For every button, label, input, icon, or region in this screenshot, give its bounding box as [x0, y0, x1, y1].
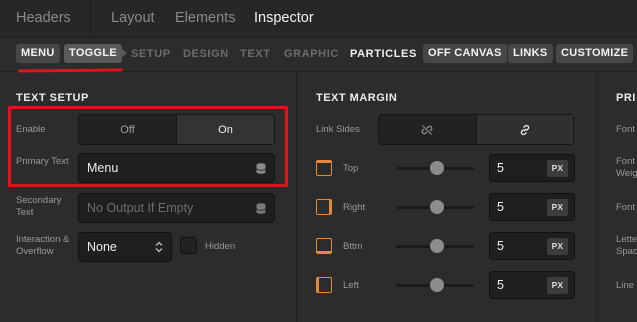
nav-toggle[interactable]: TOGGLE — [64, 44, 128, 63]
third-col-label: Line — [616, 280, 634, 291]
tab-divider — [90, 0, 91, 38]
nav-design[interactable]: DESIGN — [183, 48, 229, 60]
margin-top-icon — [316, 160, 332, 176]
link-sides-toggle — [378, 114, 574, 145]
margin-right-slider-thumb[interactable] — [430, 200, 444, 214]
interaction-select[interactable]: None — [78, 232, 172, 262]
interaction-label: Interaction & Overflow — [16, 234, 70, 257]
column-divider — [596, 72, 597, 322]
margin-top-value: 5 — [497, 161, 504, 175]
secondary-text-label: Secondary Text — [16, 195, 62, 218]
margin-top-slider-thumb[interactable] — [430, 161, 444, 175]
margin-bottom-icon — [316, 238, 332, 254]
secondary-text-input[interactable]: No Output If Empty — [78, 193, 275, 223]
margin-left-value: 5 — [497, 278, 504, 292]
text-margin-title: TEXT MARGIN — [316, 92, 398, 104]
third-col-label: Font — [616, 124, 636, 135]
select-arrows-icon — [155, 241, 163, 253]
link-sides-label: Link Sides — [316, 124, 360, 135]
annotation-highlight-box — [8, 106, 288, 187]
margin-bottom-input[interactable]: 5 PX — [489, 232, 575, 260]
margin-left-unit[interactable]: PX — [546, 277, 568, 294]
hidden-label: Hidden — [205, 241, 236, 252]
nav-menu[interactable]: MENU — [16, 44, 60, 63]
dynamic-content-icon[interactable] — [256, 203, 266, 214]
margin-right-icon — [316, 199, 332, 215]
tab-elements[interactable]: Elements — [175, 10, 235, 26]
margin-top-unit[interactable]: PX — [546, 160, 568, 177]
third-col-label: Font Weig — [616, 156, 637, 179]
margin-right-value: 5 — [497, 200, 504, 214]
third-col-label: Font — [616, 202, 636, 213]
margin-bottom-value: 5 — [497, 239, 504, 253]
margin-right-label: Right — [343, 202, 366, 213]
margin-bottom-slider-thumb[interactable] — [430, 239, 444, 253]
nav-text[interactable]: TEXT — [240, 48, 271, 60]
text-setup-title: TEXT SETUP — [16, 92, 89, 104]
top-tab-bar: Headers Layout Elements Inspector — [0, 0, 637, 38]
column-divider — [296, 72, 297, 322]
margin-bottom-unit[interactable]: PX — [546, 238, 568, 255]
nav-particles[interactable]: PARTICLES — [350, 48, 417, 60]
link-option[interactable] — [475, 115, 573, 144]
interaction-value: None — [87, 240, 117, 254]
third-col-label: Lette Spac — [616, 234, 637, 257]
margin-bottom-label: Bttm — [343, 241, 363, 252]
margin-right-unit[interactable]: PX — [546, 199, 568, 216]
link-icon — [520, 124, 529, 135]
tab-headers[interactable]: Headers — [16, 10, 71, 26]
unlink-icon — [421, 124, 433, 135]
third-column-title: PRI — [616, 92, 636, 104]
sub-nav: MENU TOGGLE SETUP DESIGN TEXT GRAPHIC PA… — [0, 38, 637, 72]
margin-right-input[interactable]: 5 PX — [489, 193, 575, 221]
secondary-text-placeholder: No Output If Empty — [87, 201, 194, 215]
nav-links[interactable]: LINKS — [508, 44, 553, 63]
nav-off-canvas[interactable]: OFF CANVAS — [423, 44, 507, 63]
unlink-option[interactable] — [379, 115, 476, 144]
nav-setup[interactable]: SETUP — [131, 48, 171, 60]
hidden-checkbox[interactable] — [180, 237, 197, 254]
margin-left-icon — [316, 277, 332, 293]
tab-layout[interactable]: Layout — [111, 10, 155, 26]
margin-left-input[interactable]: 5 PX — [489, 271, 575, 299]
tab-inspector[interactable]: Inspector — [254, 10, 314, 26]
margin-top-input[interactable]: 5 PX — [489, 154, 575, 182]
margin-top-label: Top — [343, 163, 359, 174]
nav-customize[interactable]: CUSTOMIZE — [556, 44, 634, 63]
margin-left-label: Left — [343, 280, 359, 291]
nav-graphic[interactable]: GRAPHIC — [284, 48, 339, 60]
margin-left-slider-thumb[interactable] — [430, 278, 444, 292]
